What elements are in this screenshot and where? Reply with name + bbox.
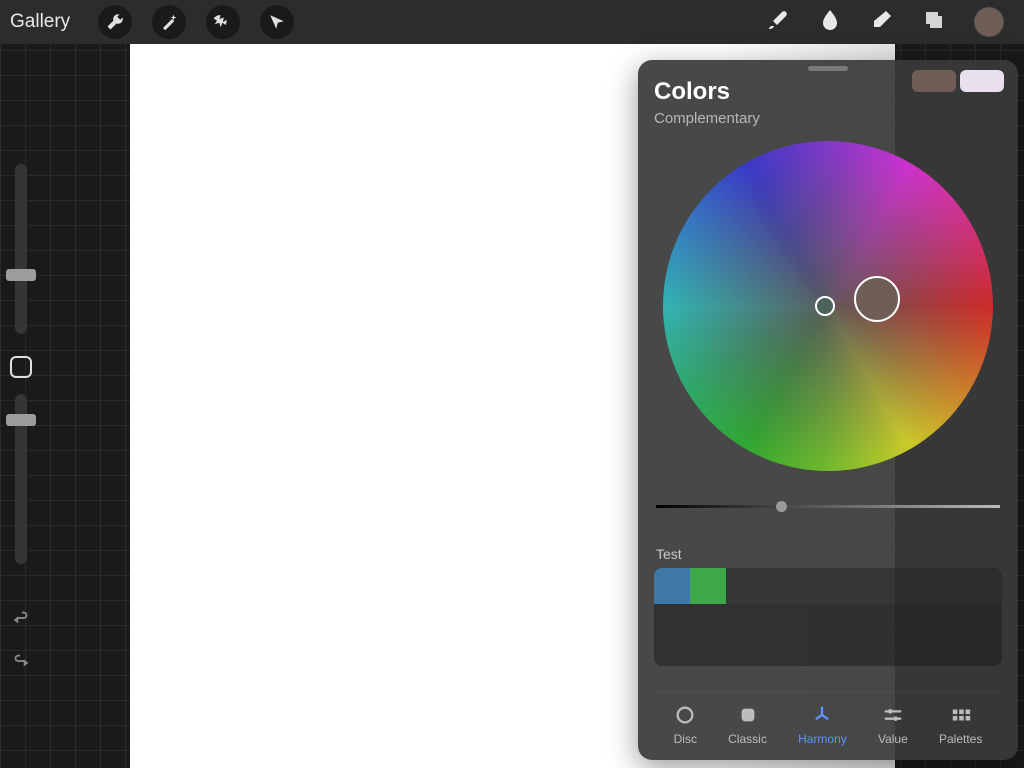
brush-size-slider[interactable] bbox=[15, 164, 27, 334]
palette-swatch-row bbox=[654, 568, 1002, 604]
actions-wrench-icon[interactable] bbox=[98, 5, 132, 39]
palette-empty-row[interactable] bbox=[654, 604, 1002, 666]
move-arrow-icon[interactable] bbox=[260, 5, 294, 39]
tab-disc[interactable]: Disc bbox=[674, 704, 697, 746]
tab-value[interactable]: Value bbox=[878, 704, 908, 746]
tab-palettes[interactable]: Palettes bbox=[939, 704, 982, 746]
circle-outline-icon bbox=[674, 704, 696, 726]
harmony-icon bbox=[811, 704, 833, 726]
tab-harmony[interactable]: Harmony bbox=[798, 704, 847, 746]
prev-color-swatch[interactable] bbox=[912, 70, 956, 92]
grid-icon bbox=[950, 704, 972, 726]
layers-icon[interactable] bbox=[922, 8, 946, 37]
color-picker-square-icon[interactable] bbox=[10, 356, 32, 378]
value-slider[interactable] bbox=[656, 505, 1000, 508]
palette-name[interactable]: Test bbox=[654, 540, 1002, 568]
eraser-icon[interactable] bbox=[870, 8, 894, 37]
palette-swatch[interactable] bbox=[654, 568, 690, 604]
side-slider-group bbox=[4, 164, 38, 570]
gallery-button[interactable]: Gallery bbox=[10, 11, 70, 33]
adjustments-wand-icon[interactable] bbox=[152, 5, 186, 39]
redo-icon[interactable] bbox=[10, 651, 32, 678]
current-color-swatch-panel[interactable] bbox=[960, 70, 1004, 92]
opacity-slider[interactable] bbox=[15, 394, 27, 564]
rounded-square-icon bbox=[737, 704, 759, 726]
panel-drag-handle[interactable] bbox=[808, 66, 848, 71]
selection-icon[interactable] bbox=[206, 5, 240, 39]
palette-swatch[interactable] bbox=[690, 568, 726, 604]
toolbar-left-group: Gallery bbox=[10, 5, 294, 39]
undo-redo-group bbox=[4, 608, 38, 678]
undo-icon[interactable] bbox=[10, 608, 32, 635]
toolbar-right-group bbox=[766, 7, 1014, 37]
colors-panel: Colors Complementary Test Disc Classic bbox=[638, 60, 1018, 760]
current-color-swatch[interactable] bbox=[974, 7, 1004, 37]
color-wheel[interactable] bbox=[663, 141, 993, 471]
panel-top-swatches bbox=[912, 70, 1004, 92]
palette-section: Test bbox=[654, 540, 1002, 666]
top-toolbar: Gallery bbox=[0, 0, 1024, 44]
sliders-icon bbox=[882, 704, 904, 726]
smudge-icon[interactable] bbox=[818, 8, 842, 37]
brush-icon[interactable] bbox=[766, 8, 790, 37]
harmony-mode-label[interactable]: Complementary bbox=[654, 110, 1002, 127]
complement-color-pick[interactable] bbox=[815, 296, 835, 316]
color-panel-tabs: Disc Classic Harmony Value Palettes bbox=[654, 691, 1002, 750]
tab-classic[interactable]: Classic bbox=[728, 704, 767, 746]
